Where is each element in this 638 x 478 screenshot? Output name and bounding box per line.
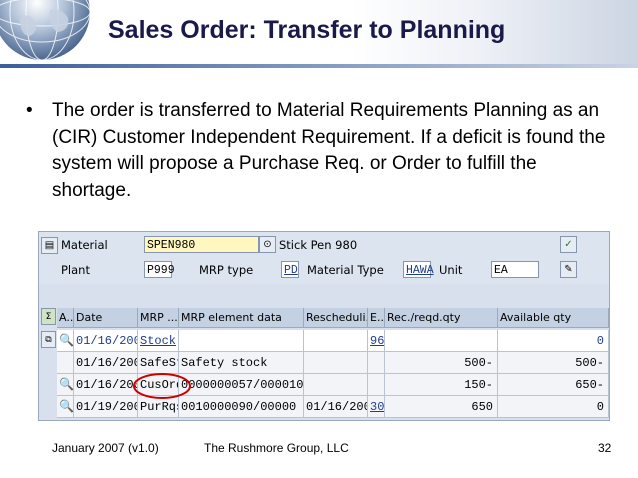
date-cell: 01/16/2007 [74,352,138,374]
slide-title: Sales Order: Transfer to Planning [108,16,506,44]
unit-label: Unit [439,263,463,277]
material-type-field[interactable]: HAWA [403,261,434,278]
bullet-marker: • [26,100,33,121]
plant-field[interactable]: P999 [144,261,175,278]
qty-cell: 150- [385,374,498,396]
element-data-cell: 0000000057/000010/0... [179,374,304,396]
row-detail-icon[interactable] [57,352,74,374]
column-header-element-data[interactable]: MRP element data [179,308,304,328]
sap-mrp-screen: ▤ Material SPEN980 ⊙ Stick Pen 980 ✓ Pla… [38,231,610,421]
material-type-label: Material Type [307,263,384,277]
mrp-type-label: MRP type [199,263,254,277]
available-cell: 0 [498,330,609,352]
date-cell: 01/19/2007 [74,396,138,418]
exception-cell [368,374,385,396]
table-row[interactable]: 🔍 01/16/2007 CusOrd 0000000057/000010/0.… [39,374,609,396]
column-header-a[interactable]: A... [57,308,74,328]
date-cell: 01/16/2007 [74,374,138,396]
row-detail-icon[interactable]: 🔍 [57,396,74,418]
rescheduling-cell: 01/16/2007 [304,396,368,418]
footer-page-number: 32 [598,441,612,455]
exception-cell [368,352,385,374]
material-display-icon[interactable]: ⊙ [259,236,276,253]
mrp-cell[interactable]: Stock [138,330,179,352]
mrp-type-field[interactable]: PD [281,261,299,278]
mrp-cell: SafeSt [138,352,179,374]
element-data-cell: 0010000090/00000 [179,396,304,418]
column-header-mrp[interactable]: MRP ... [138,308,179,328]
qty-cell: 650 [385,396,498,418]
bullet-text: The order is transferred to Material Req… [52,100,606,201]
plant-label: Plant [61,263,90,277]
available-cell: 650- [498,374,609,396]
material-description: Stick Pen 980 [279,238,358,252]
column-header-e[interactable]: E... [368,308,385,328]
element-data-cell: Safety stock [179,352,304,374]
table-row[interactable]: 🔍 01/19/2007 PurRqs 0010000090/00000 01/… [39,396,609,418]
column-header-qty[interactable]: Rec./reqd.qty [385,308,498,328]
globe-logo [0,0,91,60]
rescheduling-cell [304,374,368,396]
exception-cell[interactable]: 96 [368,330,385,352]
highlight-circle [133,373,191,399]
available-cell: 0 [498,396,609,418]
column-header-date[interactable]: Date [74,308,138,328]
date-cell: 01/16/2007 [74,330,138,352]
available-cell: 500- [498,352,609,374]
row-detail-icon[interactable]: 🔍 [57,330,74,352]
row-detail-icon[interactable]: 🔍 [57,374,74,396]
footer-date: January 2007 (v1.0) [52,441,159,455]
exception-cell[interactable]: 30 [368,396,385,418]
edit-icon[interactable]: ✎ [560,261,577,278]
element-data-cell [179,330,304,352]
material-field[interactable]: SPEN980 [144,236,259,253]
qty-cell: 500- [385,352,498,374]
material-icon[interactable]: ▤ [41,237,58,254]
title-divider [0,64,638,68]
column-header-available[interactable]: Available qty [498,308,609,328]
material-label: Material [61,238,108,252]
table-row[interactable]: 🔍 01/16/2007 Stock 96 0 [39,330,609,352]
qty-cell [385,330,498,352]
sum-icon[interactable]: Σ [41,308,56,325]
footer-company: The Rushmore Group, LLC [204,441,349,455]
unit-field[interactable]: EA [491,261,539,278]
table-row[interactable]: 01/16/2007 SafeSt Safety stock 500- 500- [39,352,609,374]
check-icon[interactable]: ✓ [560,236,577,253]
column-header-rescheduling[interactable]: Rescheduli... [304,308,368,328]
rescheduling-cell [304,352,368,374]
rescheduling-cell [304,330,368,352]
